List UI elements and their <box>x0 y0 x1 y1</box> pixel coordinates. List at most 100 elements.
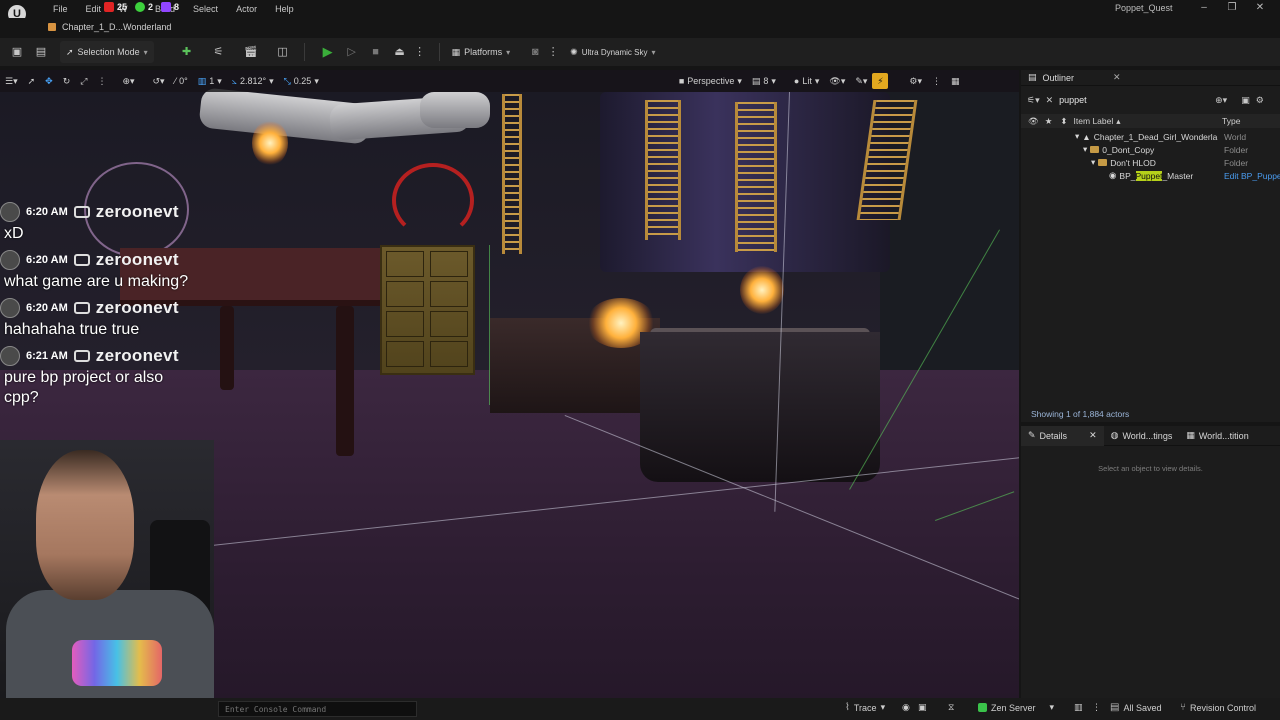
layout-icon[interactable]: ▦ <box>946 72 965 90</box>
expand-arrow-icon[interactable]: ▾ <box>1083 144 1087 155</box>
blueprints-icon[interactable]: ⚟ <box>212 45 226 59</box>
level-tab-label: Chapter_1_D...Wonderland <box>62 22 172 32</box>
expand-arrow-icon[interactable]: ▾ <box>1091 157 1095 168</box>
add-actor-icon[interactable]: ✚ <box>180 45 194 59</box>
close-window-icon[interactable]: ✕ <box>1246 0 1274 16</box>
show-flags-icon[interactable]: 👁︎▾ <box>824 72 850 90</box>
level-tab[interactable]: Chapter_1_D...Wonderland <box>48 18 171 36</box>
layer-snap-button[interactable]: ▥ 1 ▾ <box>193 72 227 90</box>
selection-mode-button[interactable]: ➚ Selection Mode ▾ <box>60 41 154 63</box>
menu-actor[interactable]: Actor <box>227 1 266 17</box>
chat-username: zeroonevt <box>95 250 179 269</box>
folder-icon <box>1098 159 1108 166</box>
visibility-icon[interactable]: 👁︎ <box>1028 116 1039 127</box>
chevron-down-icon: ▾ <box>506 47 511 57</box>
scale-snap-button[interactable]: ⤡ 0.25 ▾ <box>279 72 324 90</box>
tab-world-settings[interactable]: ◍ World...tings <box>1104 426 1180 446</box>
performance-icon[interactable]: ✎▾ <box>850 72 872 90</box>
more-icon[interactable]: ⋮ <box>927 72 946 90</box>
expand-arrow-icon[interactable]: ▾ <box>1075 131 1079 142</box>
outliner-title: Outliner <box>1042 72 1075 83</box>
tree-row-type: Folder <box>1224 157 1249 168</box>
tree-row[interactable]: ▾ 0_Dont_Copy Folder <box>1021 143 1280 156</box>
item-label-header[interactable]: Item Label <box>1074 116 1114 126</box>
lock-icon[interactable]: ⬍ <box>1060 116 1067 127</box>
viewport-settings-icon[interactable]: ⚙▾ <box>904 72 927 90</box>
viewport-options-icon[interactable]: ☰▾ <box>0 72 23 90</box>
filter-icon[interactable]: ⚟▾ <box>1027 95 1040 106</box>
record-icon[interactable]: ◉ <box>902 702 910 713</box>
webcam-overlay <box>0 440 214 698</box>
world-space-icon[interactable]: ⊕▾ <box>117 72 139 90</box>
translate-tool-icon[interactable]: ✥ <box>40 72 58 90</box>
select-tool-icon[interactable]: ➚ <box>23 72 41 90</box>
details-tab-bar: ✎ Details ✕ ◍ World...tings ▦ World...ti… <box>1021 425 1280 446</box>
rotate-tool-icon[interactable]: ↻ <box>58 72 76 90</box>
revision-control-label: Revision Control <box>1190 702 1257 713</box>
minimize-icon[interactable]: – <box>1190 0 1218 16</box>
edit-blueprint-link[interactable]: Edit BP_Puppe <box>1224 171 1280 181</box>
build-icon[interactable]: ◫ <box>276 45 290 59</box>
cinematics-icon[interactable]: 🎬︎ <box>244 45 258 59</box>
content-browser-icon[interactable]: ▤ <box>34 45 48 59</box>
add-filter-icon[interactable]: ⊕▾ <box>1215 95 1227 106</box>
play-options-icon[interactable]: ⋮ <box>413 45 427 59</box>
ultra-dynamic-sky-button[interactable]: ✺ Ultra Dynamic Sky ▾ <box>564 41 661 63</box>
hourglass-icon[interactable]: ⧖ <box>948 702 954 713</box>
layers-icon: ▥ <box>197 75 207 86</box>
outliner-search-input[interactable] <box>1059 93 1210 107</box>
world-icon: ▲ <box>1082 131 1091 142</box>
close-icon[interactable]: ✕ <box>1113 72 1121 83</box>
clear-search-icon[interactable]: ✕ <box>1046 95 1054 106</box>
console-command-input[interactable] <box>218 701 417 717</box>
close-icon[interactable]: ✕ <box>1089 430 1097 441</box>
all-saved-button[interactable]: ▤ All Saved <box>1110 702 1161 713</box>
lit-button[interactable]: ● Lit ▾ <box>789 72 824 90</box>
realtime-toggle-icon[interactable]: ⚡︎ <box>872 73 889 89</box>
trace-button[interactable]: ⌇ Trace ▾ <box>845 702 885 713</box>
cursor-icon: ➚ <box>66 46 74 57</box>
menu-file[interactable]: File <box>44 1 77 17</box>
menu-select[interactable]: Select <box>184 1 227 17</box>
source-control-icon[interactable]: ▥ <box>1074 702 1083 713</box>
grid-snap-button[interactable]: ⁄ 0° <box>170 72 193 90</box>
stop-icon[interactable]: ■ <box>369 45 383 59</box>
menu-help[interactable]: Help <box>266 1 303 17</box>
type-header[interactable]: Type <box>1222 116 1240 126</box>
pin-icon[interactable]: ★ <box>1045 116 1053 127</box>
camera-capture-icon[interactable]: ◙ <box>528 45 542 59</box>
maximize-icon[interactable]: ❐ <box>1218 0 1246 16</box>
chat-message: 6:20 AM zeroonevt hahahaha true true <box>0 296 200 340</box>
tree-row[interactable]: ◉ BP_Puppet_Master Edit BP_Puppe <box>1021 169 1280 182</box>
tab-details-label: Details <box>1039 430 1068 441</box>
drawer <box>386 281 424 307</box>
surface-snap-icon[interactable]: ↺▾ <box>148 72 170 90</box>
tab-details[interactable]: ✎ Details ✕ <box>1021 425 1104 446</box>
more-icon[interactable]: ⋮ <box>92 72 111 90</box>
perspective-button[interactable]: ■ Perspective ▾ <box>674 72 747 90</box>
screenshot-icon[interactable]: ▣ <box>918 702 927 713</box>
tree-row[interactable]: ▾ Don't HLOD Folder <box>1021 156 1280 169</box>
settings-icon[interactable]: ⚙ <box>1256 95 1264 106</box>
camera-speed-button[interactable]: ▤ 8 ▾ <box>747 72 781 90</box>
perspective-label: Perspective <box>687 76 735 86</box>
zen-server-button[interactable]: Zen Server ▾ <box>978 702 1054 713</box>
angle-snap-button[interactable]: ⦣ 2.812° ▾ <box>227 72 279 90</box>
platforms-button[interactable]: ▦ Platforms ▾ <box>446 41 517 63</box>
details-panel: ✎ Details ✕ ◍ World...tings ▦ World...ti… <box>1021 425 1280 698</box>
revision-control-button[interactable]: ⑂ Revision Control <box>1180 702 1256 713</box>
lit-sphere-icon: ● <box>793 76 800 86</box>
platforms-icon: ▦ <box>451 46 461 57</box>
step-icon[interactable]: ▷ <box>345 45 359 59</box>
tree-row[interactable]: ▾ ▲ Chapter_1_Dead_Girl_Wonderla World <box>1021 130 1280 143</box>
save-icon[interactable]: ▣ <box>10 45 24 59</box>
tab-world-partition[interactable]: ▦ World...tition <box>1179 426 1255 446</box>
more-icon[interactable]: ⋮ <box>1092 702 1101 713</box>
play-icon[interactable]: ▶ <box>321 45 335 59</box>
youtube-count: 25 <box>117 2 128 12</box>
scale-tool-icon[interactable]: ⤢ <box>75 72 92 90</box>
tab-outliner[interactable]: ▤ Outliner ✕ <box>1021 70 1280 86</box>
new-folder-icon[interactable]: ▣ <box>1241 95 1250 106</box>
eject-icon[interactable]: ⏏ <box>393 45 407 59</box>
more-icon[interactable]: ⋮ <box>546 45 560 59</box>
